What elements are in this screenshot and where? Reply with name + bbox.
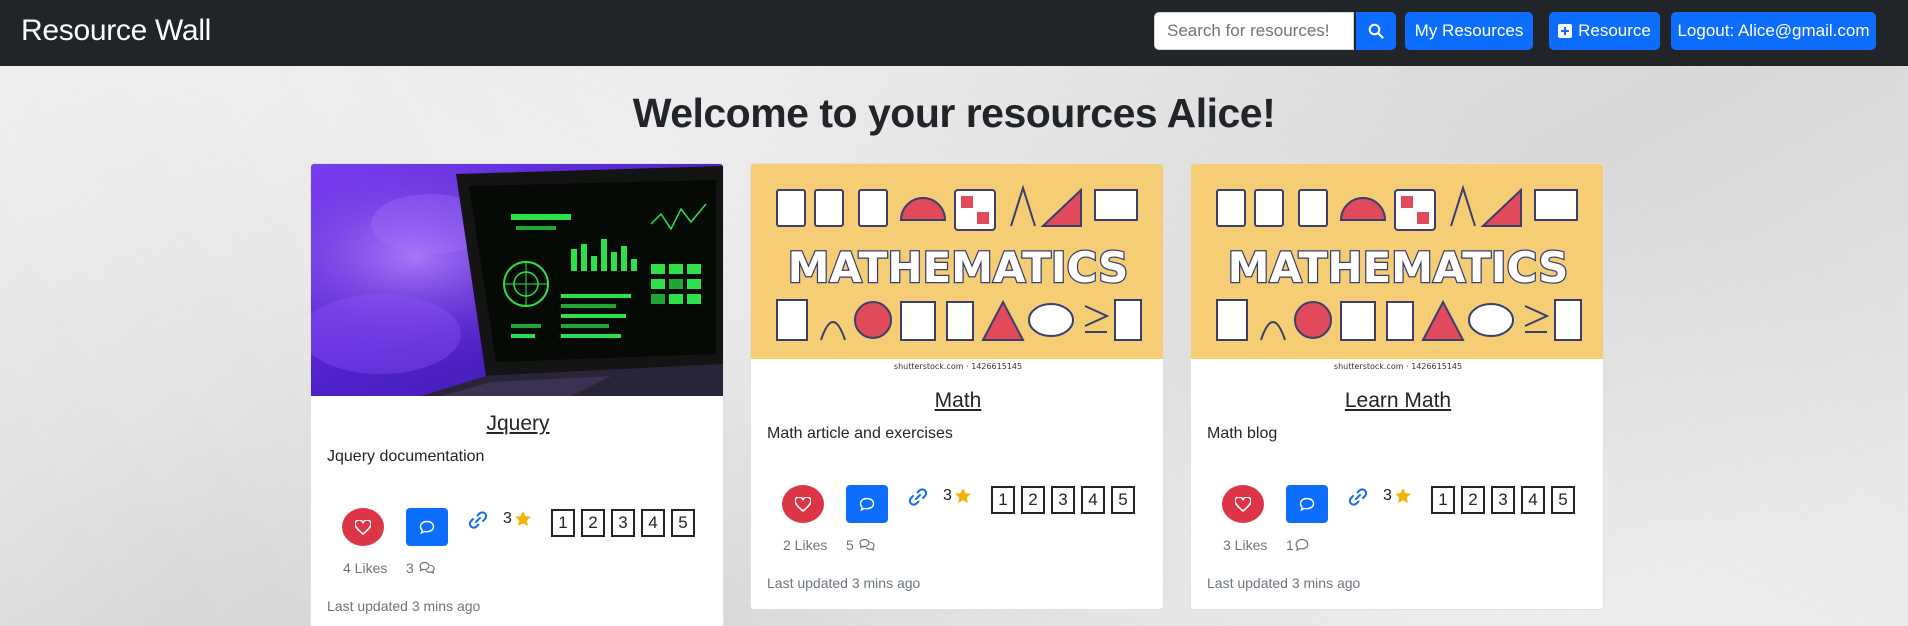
resource-card-jquery: Jquery Jquery documentation 3 1 2 3 4 5 … xyxy=(310,163,724,626)
card-description: Jquery documentation xyxy=(327,448,485,465)
card-description: Math article and exercises xyxy=(767,425,953,442)
card-description: Math blog xyxy=(1207,425,1278,442)
chat-icon xyxy=(1299,497,1315,511)
rate-option-4[interactable]: 4 xyxy=(1081,486,1105,514)
likes-count: 4 Likes xyxy=(343,560,388,576)
last-updated: Last updated 3 mins ago xyxy=(767,575,921,591)
link-icon[interactable] xyxy=(907,486,929,508)
mathematics-banner[interactable]: MATHEMATICS shutterstock.com · 142661514… xyxy=(1191,164,1603,373)
like-button[interactable] xyxy=(1222,485,1264,523)
my-resources-label: My Resources xyxy=(1414,21,1524,40)
search-input[interactable] xyxy=(1154,12,1354,50)
resource-card-learn-math: MATHEMATICS shutterstock.com · 142661514… xyxy=(1190,163,1604,610)
resource-card-math: MATHEMATICS shutterstock.com · 142661514… xyxy=(750,163,1164,610)
rate-option-5[interactable]: 5 xyxy=(1551,486,1575,514)
comment-button[interactable] xyxy=(1286,485,1328,523)
rate-option-1[interactable]: 1 xyxy=(991,486,1015,514)
rate-option-2[interactable]: 2 xyxy=(1461,486,1485,514)
comment-button[interactable] xyxy=(846,485,888,523)
navbar: Resource Wall My Resources Resource Logo… xyxy=(0,0,1908,66)
add-resource-label: Resource xyxy=(1578,21,1651,40)
rate-option-2[interactable]: 2 xyxy=(581,509,605,537)
logout-label: Logout: Alice@gmail.com xyxy=(1677,21,1870,40)
rate-option-5[interactable]: 5 xyxy=(1111,486,1135,514)
rate-option-1[interactable]: 1 xyxy=(1431,486,1455,514)
likes-count: 2 Likes xyxy=(783,537,828,553)
last-updated: Last updated 3 mins ago xyxy=(327,598,481,614)
mathematics-banner[interactable]: MATHEMATICS shutterstock.com · 142661514… xyxy=(751,164,1163,373)
last-updated: Last updated 3 mins ago xyxy=(1207,575,1361,591)
rate-option-4[interactable]: 4 xyxy=(641,509,665,537)
link-icon[interactable] xyxy=(1347,486,1369,508)
watermark: shutterstock.com · 1426615145 xyxy=(894,362,1022,371)
brand-title[interactable]: Resource Wall xyxy=(21,14,211,48)
laptop-code-photo[interactable] xyxy=(311,164,724,396)
comments-icon xyxy=(419,561,435,575)
heart-icon xyxy=(1235,496,1251,512)
rate-option-5[interactable]: 5 xyxy=(671,509,695,537)
add-resource-button[interactable]: Resource xyxy=(1549,12,1660,50)
star-icon xyxy=(515,511,531,526)
comments-count: 5 xyxy=(846,537,854,553)
rating-value: 3 xyxy=(943,487,952,504)
chat-icon xyxy=(859,497,875,511)
star-icon xyxy=(1395,488,1411,503)
rate-option-3[interactable]: 3 xyxy=(611,509,635,537)
comments-count: 3 xyxy=(406,560,414,576)
rate-option-4[interactable]: 4 xyxy=(1521,486,1545,514)
page-heading: Welcome to your resources Alice! xyxy=(632,90,1276,136)
comments-icon xyxy=(859,538,875,552)
card-title[interactable]: Learn Math xyxy=(1191,389,1603,413)
search-button[interactable] xyxy=(1356,12,1396,50)
comment-icon xyxy=(1295,538,1309,552)
banner-text: MATHEMATICS xyxy=(1228,243,1569,292)
likes-count: 3 Likes xyxy=(1223,537,1268,553)
my-resources-button[interactable]: My Resources xyxy=(1405,12,1533,50)
comments-count: 1 xyxy=(1286,537,1294,553)
rating-value: 3 xyxy=(503,510,512,527)
rate-option-3[interactable]: 3 xyxy=(1491,486,1515,514)
plus-square-icon xyxy=(1558,24,1573,38)
card-title[interactable]: Jquery xyxy=(311,412,723,436)
like-button[interactable] xyxy=(782,485,824,523)
rating-value: 3 xyxy=(1383,487,1392,504)
logout-button[interactable]: Logout: Alice@gmail.com xyxy=(1671,12,1876,50)
heart-icon xyxy=(795,496,811,512)
link-icon[interactable] xyxy=(467,509,489,531)
card-title[interactable]: Math xyxy=(751,389,1163,413)
comment-button[interactable] xyxy=(406,508,448,546)
rate-option-1[interactable]: 1 xyxy=(551,509,575,537)
like-button[interactable] xyxy=(342,508,384,546)
star-icon xyxy=(955,488,971,503)
watermark: shutterstock.com · 1426615145 xyxy=(1334,362,1462,371)
rate-option-2[interactable]: 2 xyxy=(1021,486,1045,514)
rate-option-3[interactable]: 3 xyxy=(1051,486,1075,514)
chat-icon xyxy=(419,520,435,534)
heart-icon xyxy=(355,519,371,535)
banner-text: MATHEMATICS xyxy=(788,243,1129,292)
search-icon xyxy=(1368,23,1384,39)
